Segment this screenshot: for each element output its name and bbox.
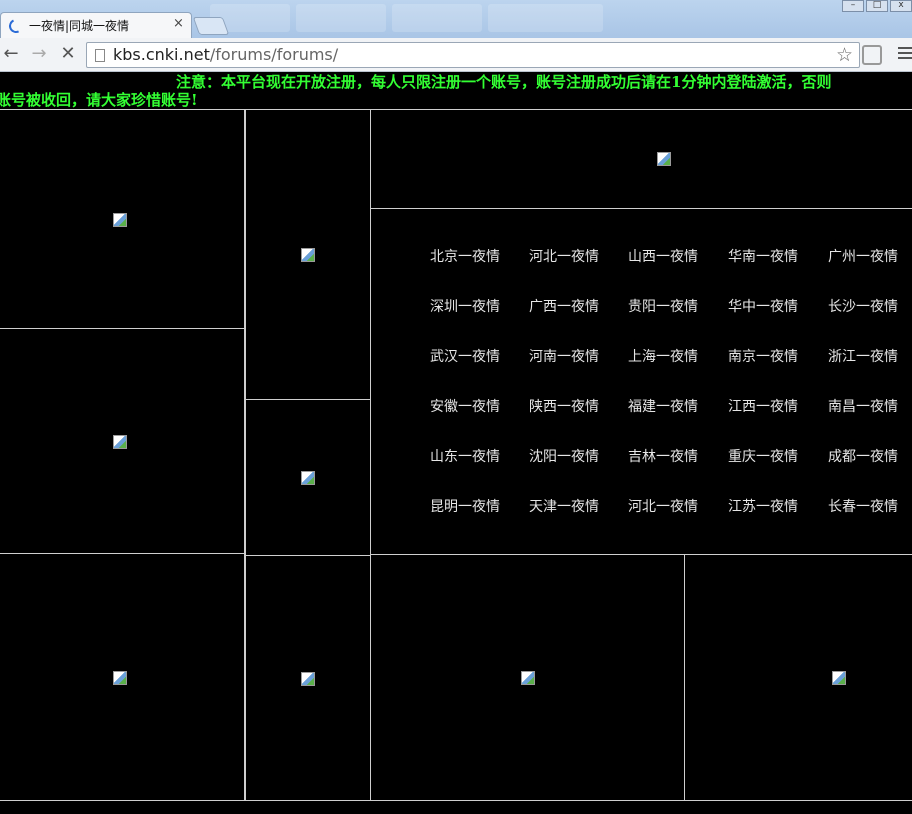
background-tab[interactable] [488,4,603,32]
city-link[interactable]: 河北一夜情 [628,496,698,516]
city-link[interactable]: 上海一夜情 [628,346,698,366]
tab-close-icon[interactable]: × [173,16,184,31]
broken-image-icon [521,671,535,685]
city-link[interactable]: 江西一夜情 [728,396,798,416]
bookmark-star-icon[interactable]: ☆ [836,44,853,66]
image-cell[interactable] [370,554,685,801]
address-bar[interactable]: kbs.cnki.net/forums/forums/ ☆ [86,42,860,68]
background-tab[interactable] [392,4,482,32]
city-link[interactable]: 山西一夜情 [628,246,698,266]
city-link[interactable]: 北京一夜情 [430,246,500,266]
minimize-button[interactable]: – [842,0,864,12]
city-link[interactable]: 南昌一夜情 [828,396,898,416]
city-link[interactable]: 江苏一夜情 [728,496,798,516]
loading-spinner-icon [7,17,25,35]
broken-image-icon [832,671,846,685]
tab-title: 一夜情|同城一夜情 [29,19,130,33]
city-link[interactable]: 河南一夜情 [529,346,599,366]
image-cell[interactable] [245,109,371,400]
image-cell[interactable] [245,555,371,801]
city-link[interactable]: 长沙一夜情 [828,296,898,316]
page-icon [95,49,105,62]
city-link[interactable]: 河北一夜情 [529,246,599,266]
browser-tabstrip: 一夜情|同城一夜情 × – □ x [0,0,912,38]
city-link[interactable]: 山东一夜情 [430,446,500,466]
notice-banner: 注意：本平台现在开放注册，每人只限注册一个账号，账号注册成功后请在1分钟内登陆激… [0,72,912,110]
image-cell[interactable] [0,553,245,801]
city-link[interactable]: 吉林一夜情 [628,446,698,466]
city-link[interactable]: 深圳一夜情 [430,296,500,316]
city-link[interactable]: 武汉一夜情 [430,346,500,366]
back-button[interactable]: ← [0,43,22,65]
image-cell[interactable] [684,554,912,801]
city-link[interactable]: 华中一夜情 [728,296,798,316]
city-link[interactable]: 安徽一夜情 [430,396,500,416]
banner-image-cell[interactable] [370,109,912,209]
city-link[interactable]: 福建一夜情 [628,396,698,416]
new-tab-button[interactable] [192,17,230,35]
stop-button[interactable]: ✕ [57,43,79,65]
broken-image-icon [113,671,127,685]
city-link[interactable]: 陕西一夜情 [529,396,599,416]
city-link[interactable]: 广州一夜情 [828,246,898,266]
broken-image-icon [113,435,127,449]
image-cell[interactable] [0,328,245,554]
active-tab[interactable]: 一夜情|同城一夜情 × [0,12,192,38]
city-link[interactable]: 长春一夜情 [828,496,898,516]
maximize-button[interactable]: □ [866,0,888,12]
city-link[interactable]: 天津一夜情 [529,496,599,516]
broken-image-icon [301,672,315,686]
url-path: /forums/forums/ [209,45,339,64]
city-link[interactable]: 重庆一夜情 [728,446,798,466]
broken-image-icon [301,471,315,485]
print-icon[interactable] [862,45,882,65]
image-cell[interactable] [0,109,245,329]
url-text[interactable]: kbs.cnki.net/forums/forums/ [113,45,338,64]
city-link[interactable]: 昆明一夜情 [430,496,500,516]
window-controls: – □ x [840,0,912,12]
menu-icon[interactable] [898,47,912,62]
city-link[interactable]: 浙江一夜情 [828,346,898,366]
broken-image-icon [657,152,671,166]
forward-button[interactable]: → [28,43,50,65]
city-link[interactable]: 沈阳一夜情 [529,446,599,466]
background-tab[interactable] [296,4,386,32]
image-cell[interactable] [245,399,371,556]
city-link[interactable]: 成都一夜情 [828,446,898,466]
broken-image-icon [113,213,127,227]
city-link[interactable]: 南京一夜情 [728,346,798,366]
url-host: kbs.cnki.net [113,45,210,64]
notice-line-2: 账号被收回，请大家珍惜账号! [0,91,198,109]
browser-toolbar: ← → ✕ kbs.cnki.net/forums/forums/ ☆ [0,38,912,72]
city-link[interactable]: 广西一夜情 [529,296,599,316]
broken-image-icon [301,248,315,262]
close-window-button[interactable]: x [890,0,912,12]
city-link[interactable]: 贵阳一夜情 [628,296,698,316]
notice-line-1: 注意：本平台现在开放注册，每人只限注册一个账号，账号注册成功后请在1分钟内登陆激… [176,73,832,91]
city-link[interactable]: 华南一夜情 [728,246,798,266]
